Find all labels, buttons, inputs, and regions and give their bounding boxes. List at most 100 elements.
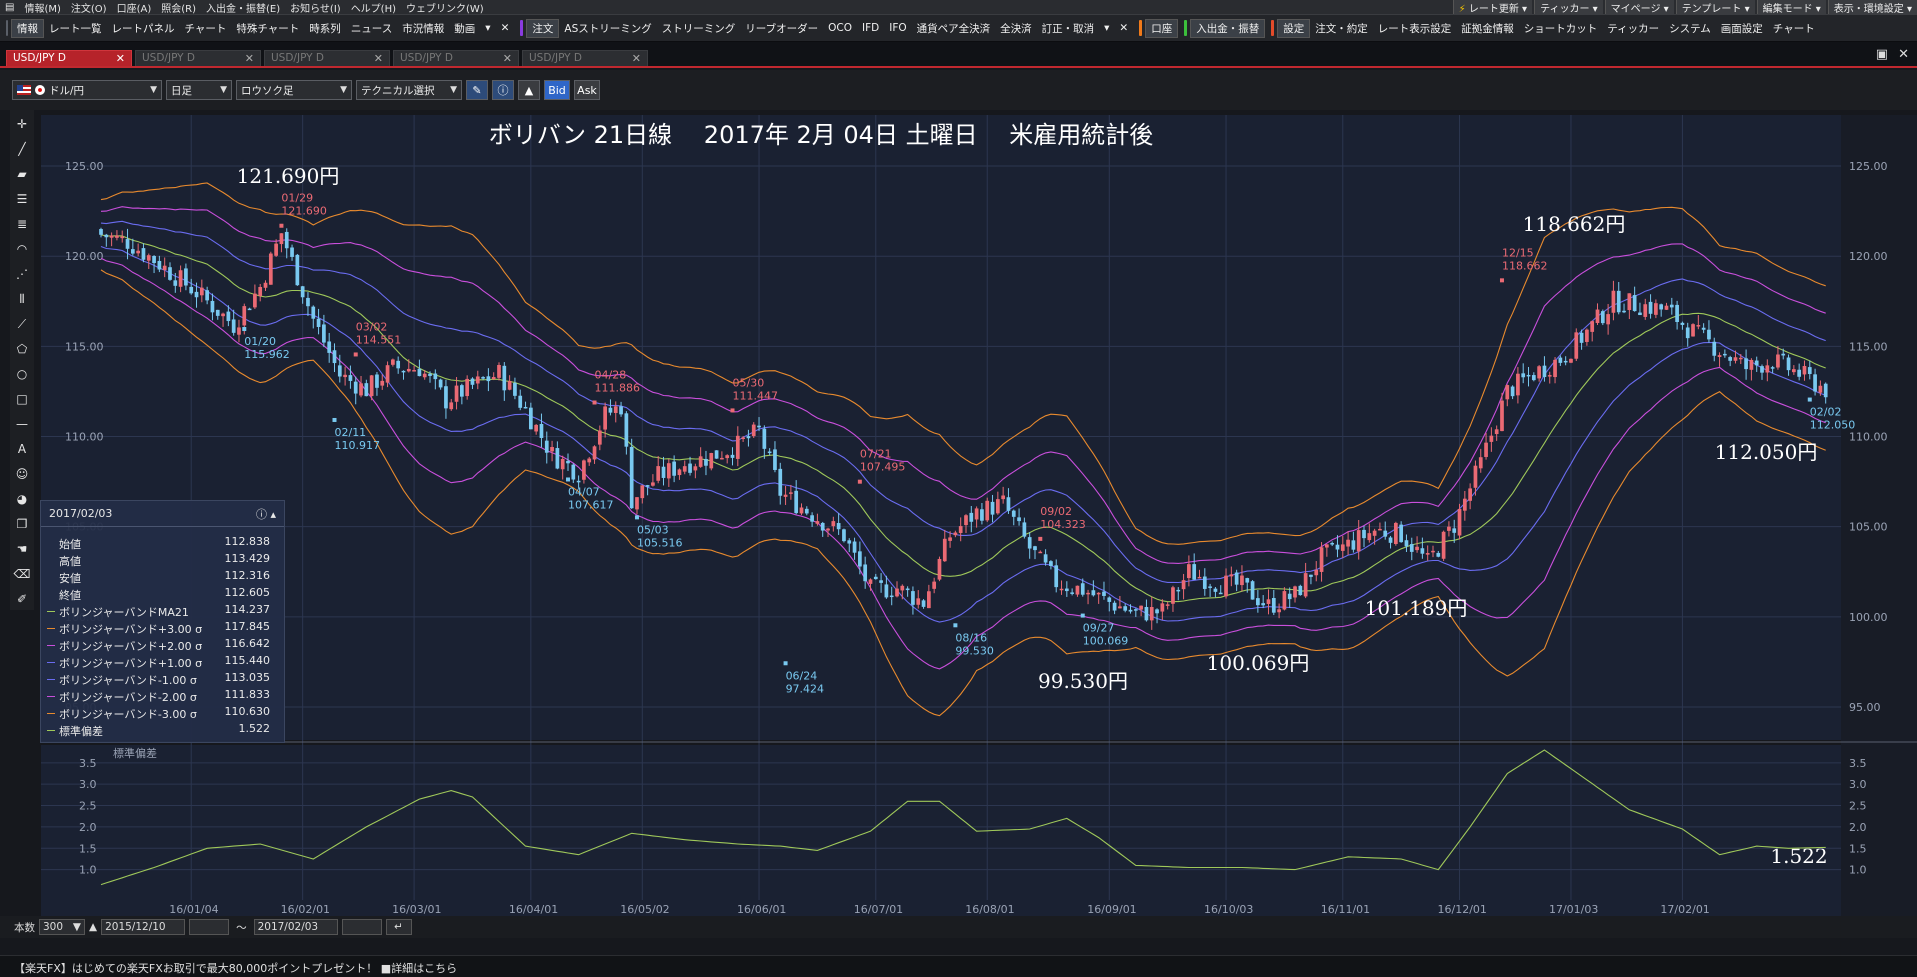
toolbar-ifo[interactable]: IFO (884, 22, 911, 34)
toolbar-rate-panel[interactable]: レートパネル (107, 21, 180, 36)
ticker-dropdown[interactable]: ティッカー ▾ (1534, 0, 1603, 14)
template-dropdown[interactable]: テンプレート ▾ (1675, 0, 1755, 14)
chart-tab-5[interactable]: USD/JPY D ✕ (522, 49, 648, 66)
from-date-field[interactable]: 2015/12/10 (101, 919, 186, 935)
close-icon[interactable]: ✕ (632, 52, 641, 65)
toolbar-screen-settings[interactable]: 画面設定 (1716, 21, 1768, 36)
toolbar-margin-info[interactable]: 証拠金情報 (1456, 21, 1519, 36)
mypage-dropdown[interactable]: マイページ ▾ (1604, 0, 1674, 14)
menu-notice[interactable]: お知らせ(I) (285, 0, 346, 15)
close-icon[interactable]: ✕ (116, 52, 125, 65)
menu-weblink[interactable]: ウェブリンク(W) (401, 0, 489, 15)
chart-tab-1[interactable]: USD/JPY D ✕ (6, 49, 132, 66)
toolbar-chart[interactable]: チャート (180, 21, 232, 36)
toolbar-ifd[interactable]: IFD (857, 22, 884, 34)
vlines-icon[interactable]: ⦀ (11, 288, 33, 310)
pitchfork-icon[interactable]: ⟋ (11, 313, 33, 335)
toolbar-rate-list[interactable]: レート一覧 (44, 21, 107, 36)
trendline-icon[interactable]: ╱ (11, 138, 33, 160)
circle-icon[interactable]: ○ (11, 363, 33, 385)
toolbar-leave-order[interactable]: リーブオーダー (740, 21, 823, 36)
display-settings-dropdown[interactable]: 表示・環境設定 ▾ (1827, 0, 1917, 14)
ask-button[interactable]: Ask (574, 80, 600, 100)
chart-type-select[interactable]: ロウソク足 ▼ (236, 80, 352, 100)
palette-icon[interactable]: ◕ (11, 488, 33, 510)
toolbar-streaming[interactable]: ストリーミング (657, 21, 741, 36)
menu-order[interactable]: 注文(O) (66, 0, 112, 15)
toolbar-order-execution[interactable]: 注文・約定 (1310, 21, 1373, 36)
close-icon[interactable]: ✕ (374, 52, 383, 65)
toolbar-shortcut[interactable]: ショートカット (1519, 21, 1603, 36)
price-chart[interactable]: 95.0095.00100.00100.00105.00105.00110.00… (36, 110, 1917, 916)
technical-select[interactable]: テクニカル選択 ▼ (356, 80, 462, 100)
close-icon[interactable]: ✕ (503, 52, 512, 65)
copy-icon[interactable]: ❐ (11, 513, 33, 535)
toolbar-settings-button[interactable]: 設定 (1277, 18, 1311, 38)
period-select[interactable]: 日足 ▼ (166, 80, 232, 100)
chart-tab-4[interactable]: USD/JPY D ✕ (393, 49, 519, 66)
area-chart-icon[interactable]: ▲ (518, 80, 540, 100)
bar-count-select[interactable]: 300 ▼ (39, 919, 85, 935)
toolbar-more-dropdown[interactable]: ▾ (480, 22, 495, 34)
fibonacci-arc-icon[interactable]: ◠ (11, 238, 33, 260)
bid-button[interactable]: Bid (544, 80, 570, 100)
toolbar-deposit-button[interactable]: 入出金・振替 (1190, 18, 1266, 38)
smiley-icon[interactable]: ☺ (11, 463, 33, 485)
eraser-icon[interactable]: ⌫ (11, 563, 33, 585)
hline-icon[interactable]: ☰ (11, 188, 33, 210)
toolbar-special-chart[interactable]: 特殊チャート (231, 21, 304, 36)
to-time-field[interactable] (341, 919, 382, 935)
crosshair-icon[interactable]: ✛ (11, 113, 33, 135)
menu-info[interactable]: 情報(M) (19, 0, 65, 15)
toolbar-news[interactable]: ニュース (346, 21, 397, 36)
edit-mode-dropdown[interactable]: 編集モード ▾ (1756, 0, 1826, 14)
rate-update-dropdown[interactable]: ⚡ レート更新 ▾ (1452, 0, 1533, 14)
fan-icon[interactable]: ⋰ (11, 263, 33, 285)
close-icon[interactable]: ✕ (1114, 22, 1133, 34)
chart-tab-2[interactable]: USD/JPY D ✕ (135, 49, 261, 66)
multiline-icon[interactable]: ≣ (11, 213, 33, 235)
to-date-field[interactable]: 2017/02/03 (253, 919, 338, 935)
info-icon[interactable]: ⓘ ▴ (256, 506, 276, 522)
close-icon[interactable]: ✕ (1898, 47, 1909, 62)
app-menu-icon[interactable]: ▤ (0, 2, 19, 13)
hand-icon[interactable]: ☚ (11, 538, 33, 560)
ruler-icon[interactable]: ▰ (11, 163, 33, 185)
line-icon[interactable]: — (11, 413, 33, 435)
toolbar-pair-close-all[interactable]: 通貨ペア全決済 (912, 21, 996, 36)
currency-pair-select[interactable]: ドル/円 ▼ (12, 80, 162, 100)
toolbar-close-all[interactable]: 全決済 (995, 21, 1037, 36)
from-time-field[interactable] (189, 919, 230, 935)
menu-account[interactable]: 口座(A) (112, 0, 157, 15)
maximize-icon[interactable]: ▣ (1876, 47, 1888, 62)
rectangle-icon[interactable]: □ (11, 388, 33, 410)
toolbar-rate-display[interactable]: レート表示設定 (1373, 21, 1457, 36)
toolbar-info-button[interactable]: 情報 (11, 18, 44, 38)
pentagon-icon[interactable]: ⬠ (11, 338, 33, 360)
toolbar-account-button[interactable]: 口座 (1145, 18, 1179, 38)
text-icon[interactable]: A (11, 438, 33, 460)
toolbar-ticker[interactable]: ティッカー (1602, 21, 1664, 36)
chart-tab-3[interactable]: USD/JPY D ✕ (264, 49, 390, 66)
toolbar-oco[interactable]: OCO (823, 22, 857, 34)
stepper-up-icon[interactable]: ▲ (89, 921, 97, 933)
menu-deposit[interactable]: 入出金・振替(E) (201, 0, 285, 15)
eraser-all-icon[interactable]: ✐ (11, 588, 33, 610)
menu-help[interactable]: ヘルプ(H) (346, 0, 401, 15)
toolbar-as-streaming[interactable]: ASストリーミング (559, 21, 656, 36)
toolbar-video[interactable]: 動画 (449, 21, 480, 36)
toolbar-timeseries[interactable]: 時系列 (304, 21, 346, 36)
toolbar-system[interactable]: システム (1664, 21, 1716, 36)
return-icon[interactable]: ↵ (385, 919, 412, 935)
status-ticker[interactable]: 【楽天FX】はじめての楽天FXお取引で最大80,000ポイントプレゼント！ ■詳… (0, 955, 1917, 977)
toolbar-modify-cancel[interactable]: 訂正・取消 (1037, 21, 1100, 36)
close-icon[interactable]: ✕ (245, 52, 254, 65)
toolbar-order-more[interactable]: ▾ (1099, 22, 1114, 34)
close-icon[interactable]: ✕ (496, 22, 515, 34)
pencil-icon[interactable]: ✎ (466, 80, 488, 100)
toolbar-chart-settings[interactable]: チャート (1768, 21, 1820, 36)
toolbar-market-info[interactable]: 市況情報 (397, 21, 449, 36)
menu-inquiry[interactable]: 照会(R) (156, 0, 201, 15)
info-icon[interactable]: ⓘ (492, 80, 514, 100)
toolbar-order-button[interactable]: 注文 (526, 18, 560, 38)
